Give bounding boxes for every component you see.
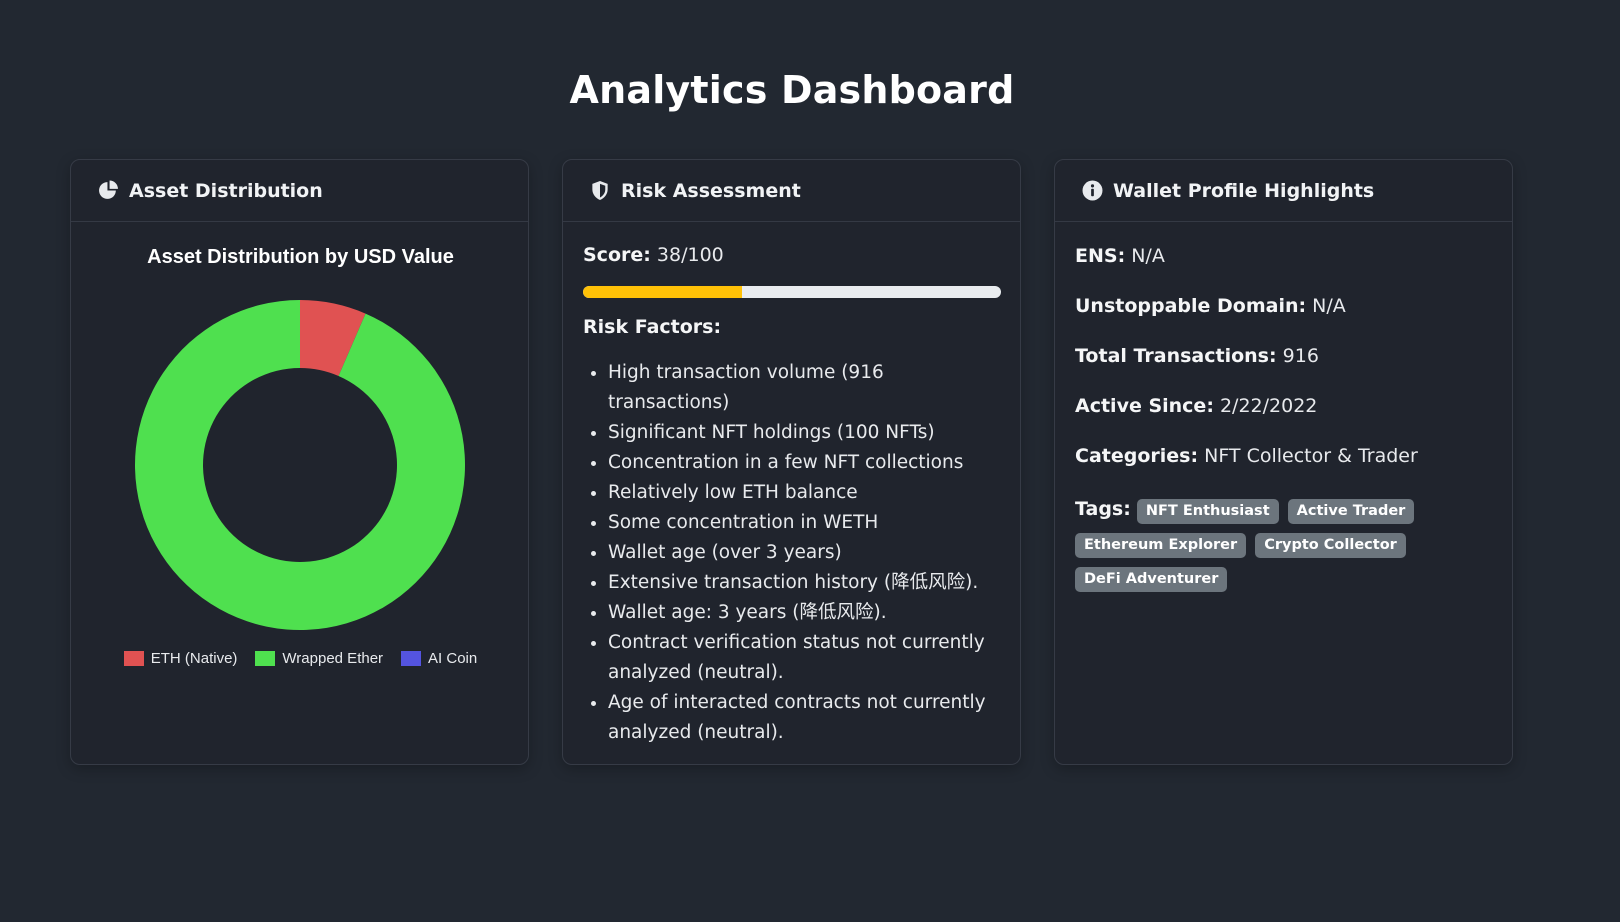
unstoppable-domain-label: Unstoppable Domain: [1075,295,1307,317]
legend-item[interactable]: Wrapped Ether [255,650,383,667]
unstoppable-domain-value: N/A [1312,295,1346,317]
legend-item[interactable]: AI Coin [401,650,477,667]
risk-factor-item: Wallet age: 3 years (降低风险). [608,598,1000,628]
legend-swatch [255,651,276,666]
donut-slice-wrapped-ether[interactable] [135,300,465,630]
legend-swatch [123,651,144,666]
active-since-label: Active Since: [1075,395,1214,417]
active-since-row: Active Since: 2/22/2022 [1075,394,1492,419]
risk-factor-item: Concentration in a few NFT collections [608,448,1000,478]
risk-factors-list: High transaction volume (916 transaction… [583,358,1000,748]
legend-label: ETH (Native) [150,650,238,667]
legend-label: AI Coin [428,650,478,667]
tags-label: Tags: [1075,498,1131,520]
total-transactions-label: Total Transactions: [1075,345,1277,367]
risk-card-header: Risk Assessment [563,160,1020,222]
risk-factors-label: Risk Factors: [583,316,722,338]
risk-factor-item: Extensive transaction history (降低风险). [608,568,1000,598]
asset-card-header: Asset Distribution [71,160,528,222]
shield-icon [589,180,611,202]
ens-label: ENS: [1075,245,1126,267]
ens-value: N/A [1131,245,1165,267]
tag-badge: Active Trader [1287,499,1415,524]
score-value: 38/100 [656,244,724,266]
risk-progress-bar [583,286,1001,298]
pie-chart-icon [97,180,119,202]
asset-chart: Asset Distribution by USD Value ETH (Nat… [71,222,528,764]
legend-item[interactable]: ETH (Native) [123,650,238,667]
tag-badge: Crypto Collector [1255,533,1406,558]
total-transactions-row: Total Transactions: 916 [1075,344,1492,369]
ens-row: ENS: N/A [1075,244,1492,269]
chart-legend: ETH (Native) Wrapped Ether AI Coin [71,650,528,667]
unstoppable-domain-row: Unstoppable Domain: N/A [1075,294,1492,319]
risk-score: Score: 38/100 [583,244,1000,266]
asset-distribution-card: Asset Distribution Asset Distribution by… [70,159,529,765]
info-circle-icon [1081,180,1103,202]
categories-value: NFT Collector & Trader [1204,445,1418,467]
wallet-profile-card: Wallet Profile Highlights ENS: N/A Unsto… [1054,159,1513,765]
total-transactions-value: 916 [1282,345,1319,367]
active-since-value: 2/22/2022 [1219,395,1318,417]
tag-badge: NFT Enthusiast [1136,499,1279,524]
tags-row: Tags: NFT Enthusiast Active Trader Ether… [1075,494,1492,596]
risk-factor-item: Significant NFT holdings (100 NFTs) [608,418,1000,448]
tag-badge: DeFi Adventurer [1075,567,1228,592]
page-title: Analytics Dashboard [569,68,1015,112]
risk-factor-item: Relatively low ETH balance [608,478,1000,508]
legend-swatch [401,651,422,666]
categories-label: Categories: [1075,445,1199,467]
score-label: Score: [583,244,651,266]
risk-factor-item: Contract verification status not current… [608,628,1000,688]
profile-card-title: Wallet Profile Highlights [1113,179,1375,202]
categories-row: Categories: NFT Collector & Trader [1075,444,1492,469]
risk-factor-item: High transaction volume (916 transaction… [608,358,1000,418]
chart-title: Asset Distribution by USD Value [147,246,454,268]
risk-factor-item: Age of interacted contracts not currentl… [608,688,1000,748]
risk-card-title: Risk Assessment [621,179,801,202]
tag-badge: Ethereum Explorer [1075,533,1247,558]
profile-card-header: Wallet Profile Highlights [1055,160,1512,222]
legend-label: Wrapped Ether [282,650,384,667]
asset-card-title: Asset Distribution [129,179,323,202]
risk-assessment-card: Risk Assessment Score: 38/100 Risk Facto… [562,159,1021,765]
risk-factor-item: Wallet age (over 3 years) [608,538,1000,568]
dashboard-page: Analytics Dashboard Asset Distribution A… [0,0,1620,922]
risk-progress-fill [583,286,742,298]
donut-chart [135,300,465,630]
risk-factor-item: Some concentration in WETH [608,508,1000,538]
